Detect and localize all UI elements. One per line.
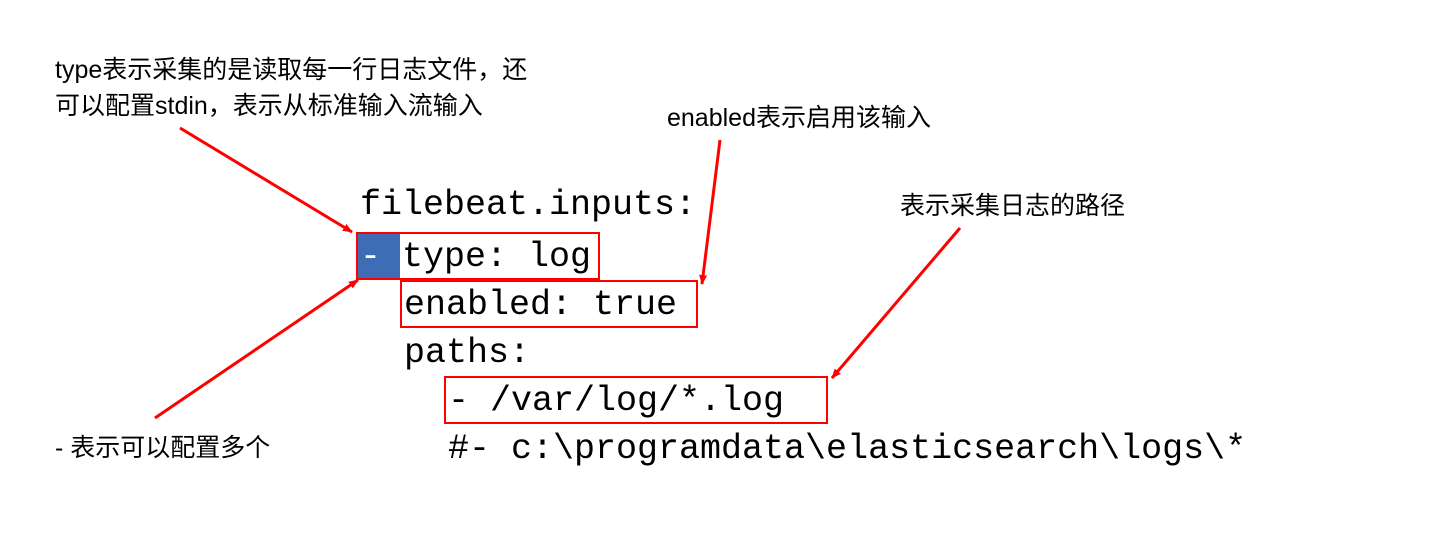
annotation-dash: - 表示可以配置多个 <box>55 430 270 466</box>
code-line-enabled: enabled: true <box>404 288 677 323</box>
annotation-type-line2: 可以配置stdin，表示从标准输入流输入 <box>55 88 483 124</box>
annotation-enabled: enabled表示启用该输入 <box>667 100 931 136</box>
diagram-stage: type表示采集的是读取每一行日志文件，还 可以配置stdin，表示从标准输入流… <box>0 0 1450 541</box>
code-line-type: type: log <box>402 240 591 275</box>
code-line-path: - /var/log/*.log <box>448 384 784 419</box>
code-line-comment: #- c:\programdata\elasticsearch\logs\* <box>448 432 1246 467</box>
code-line-dash: - <box>360 240 402 275</box>
code-line-filebeat: filebeat.inputs: <box>360 188 696 223</box>
annotation-type-line1: type表示采集的是读取每一行日志文件，还 <box>55 52 527 88</box>
code-line-paths: paths: <box>404 336 530 371</box>
annotation-paths: 表示采集日志的路径 <box>900 188 1125 224</box>
